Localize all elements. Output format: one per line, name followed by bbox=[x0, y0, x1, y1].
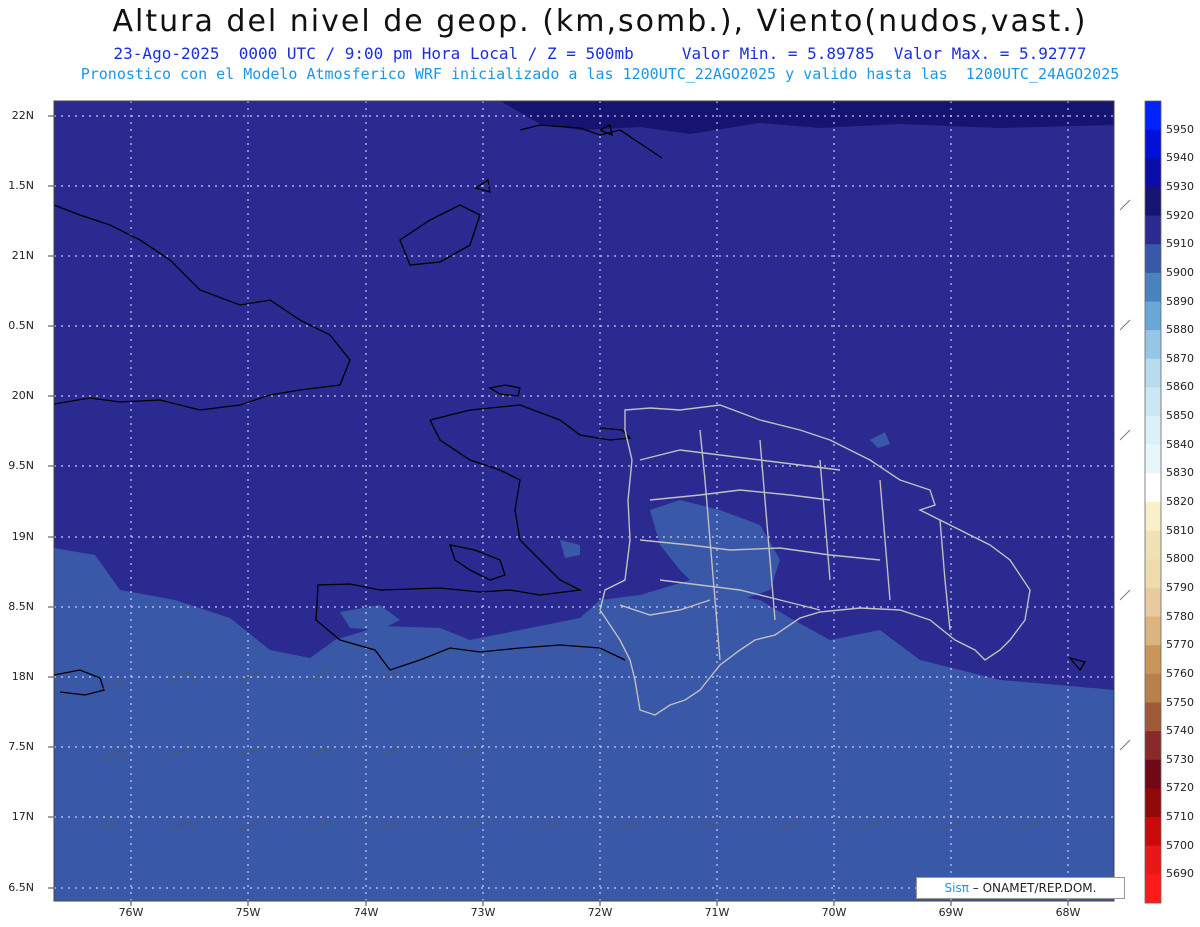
colorbar-label: 5930 bbox=[1166, 179, 1194, 193]
colorbar bbox=[1145, 101, 1161, 904]
lat-label: 9.5N bbox=[8, 459, 34, 472]
colorbar-label: 5850 bbox=[1166, 409, 1194, 423]
colorbar-swatch bbox=[1145, 587, 1161, 618]
colorbar-swatch bbox=[1145, 731, 1161, 761]
colorbar-swatch bbox=[1145, 215, 1161, 245]
colorbar-swatch bbox=[1145, 559, 1161, 589]
lon-label: 76W bbox=[118, 906, 144, 919]
colorbar-label: 5920 bbox=[1166, 208, 1194, 222]
colorbar-swatch bbox=[1145, 845, 1161, 875]
colorbar-swatch bbox=[1145, 874, 1161, 904]
colorbar-label: 5700 bbox=[1166, 838, 1194, 852]
colorbar-swatch bbox=[1145, 158, 1161, 188]
colorbar-label: 5760 bbox=[1166, 666, 1194, 680]
lon-label: 72W bbox=[587, 906, 613, 919]
lat-label: 21N bbox=[11, 249, 34, 262]
lon-label: 75W bbox=[235, 906, 261, 919]
lon-label: 68W bbox=[1055, 906, 1081, 919]
colorbar-swatch bbox=[1145, 301, 1161, 331]
colorbar-label: 5890 bbox=[1166, 294, 1194, 308]
colorbar-swatch bbox=[1145, 186, 1161, 217]
colorbar-swatch bbox=[1145, 645, 1161, 675]
colorbar-swatch bbox=[1145, 673, 1161, 703]
colorbar-label: 5840 bbox=[1166, 437, 1194, 451]
colorbar-swatch bbox=[1145, 330, 1161, 360]
lat-label: 19N bbox=[11, 530, 34, 543]
colorbar-swatch bbox=[1145, 416, 1161, 446]
colorbar-label: 5830 bbox=[1166, 466, 1194, 480]
colorbar-swatch bbox=[1145, 358, 1161, 388]
colorbar-label: 5730 bbox=[1166, 752, 1194, 766]
colorbar-swatch bbox=[1145, 129, 1161, 159]
map-canvas bbox=[48, 100, 1162, 906]
colorbar-swatch bbox=[1145, 759, 1161, 789]
lon-label: 70W bbox=[821, 906, 847, 919]
colorbar-swatch bbox=[1145, 502, 1161, 532]
colorbar-swatch bbox=[1145, 101, 1161, 131]
lat-label: 6.5N bbox=[8, 881, 34, 894]
credit-sis: Sisπ bbox=[944, 881, 969, 895]
lon-label: 71W bbox=[704, 906, 730, 919]
lon-label: 74W bbox=[353, 906, 379, 919]
colorbar-swatch bbox=[1145, 387, 1161, 417]
lon-label: 69W bbox=[938, 906, 964, 919]
colorbar-swatch bbox=[1145, 817, 1161, 847]
colorbar-label: 5800 bbox=[1166, 552, 1194, 566]
colorbar-label: 5820 bbox=[1166, 495, 1194, 508]
lat-label: 8.5N bbox=[8, 600, 34, 613]
colorbar-label: 5770 bbox=[1166, 638, 1194, 652]
colorbar-swatch bbox=[1145, 272, 1161, 302]
colorbar-label: 5740 bbox=[1166, 724, 1194, 738]
colorbar-label: 5810 bbox=[1166, 523, 1194, 537]
lat-label: 22N bbox=[11, 109, 34, 122]
lat-label: 17N bbox=[11, 810, 34, 823]
colorbar-label: 5860 bbox=[1166, 380, 1194, 394]
colorbar-label: 5710 bbox=[1166, 810, 1194, 824]
lat-label: 0.5N bbox=[8, 319, 34, 332]
colorbar-label: 5910 bbox=[1166, 237, 1194, 251]
colorbar-swatch bbox=[1145, 444, 1161, 474]
colorbar-swatch bbox=[1145, 788, 1161, 818]
colorbar-label: 5870 bbox=[1166, 351, 1194, 365]
credit-org: – ONAMET/REP.DOM. bbox=[972, 881, 1097, 895]
colorbar-label: 5780 bbox=[1166, 609, 1194, 623]
colorbar-label: 5690 bbox=[1166, 867, 1194, 881]
colorbar-label: 5790 bbox=[1166, 580, 1194, 594]
colorbar-swatch bbox=[1145, 244, 1161, 274]
lat-label: 18N bbox=[11, 670, 34, 683]
colorbar-label: 5950 bbox=[1166, 122, 1194, 136]
lat-label: 20N bbox=[11, 389, 34, 402]
colorbar-swatch bbox=[1145, 473, 1161, 503]
colorbar-label: 5900 bbox=[1166, 265, 1194, 279]
colorbar-label: 5750 bbox=[1166, 695, 1194, 709]
colorbar-swatch bbox=[1145, 530, 1161, 560]
lat-label: 1.5N bbox=[8, 179, 34, 192]
colorbar-label: 5940 bbox=[1166, 151, 1194, 165]
colorbar-label: 5880 bbox=[1166, 323, 1194, 337]
colorbar-swatch bbox=[1145, 616, 1161, 646]
lon-label: 73W bbox=[470, 906, 496, 919]
colorbar-label: 5720 bbox=[1166, 781, 1194, 795]
lat-label: 7.5N bbox=[8, 740, 34, 753]
credit-box: Sisπ – ONAMET/REP.DOM. bbox=[916, 877, 1125, 899]
colorbar-swatch bbox=[1145, 702, 1161, 732]
